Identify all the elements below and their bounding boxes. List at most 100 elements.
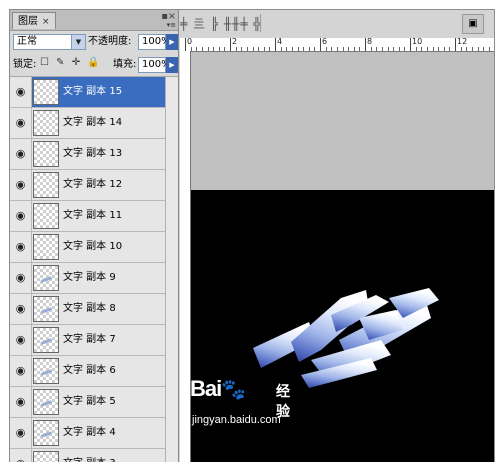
visibility-eye-icon[interactable]: ◉ [10,108,32,138]
toolbar-options-icon[interactable]: ▣ [462,14,484,34]
ruler-minor-tick [246,47,248,51]
visibility-eye-icon[interactable]: ◉ [10,418,32,448]
visibility-eye-icon[interactable]: ◉ [10,139,32,169]
layer-name: 文字 副本 5 [63,396,116,407]
layer-row[interactable]: ◉ 文字 副本 9 [10,263,165,294]
ruler-label: 12 [457,37,468,46]
layer-thumbnail [33,79,59,105]
layer-row[interactable]: ◉ 文字 副本 12 [10,170,165,201]
tab-close-icon[interactable]: × [42,17,50,27]
ruler-minor-tick [286,47,288,51]
visibility-eye-icon[interactable]: ◉ [10,387,32,417]
tab-layers[interactable]: 图层 × [12,12,56,29]
thumbnail-content [40,369,53,376]
layer-row[interactable]: ◉ 文字 副本 14 [10,108,165,139]
ruler-minor-tick [297,47,299,51]
ruler-tick [365,38,366,51]
visibility-eye-icon[interactable]: ◉ [10,77,32,107]
layer-name: 文字 副本 9 [63,272,116,283]
fill-slider-button[interactable]: ▶ [166,57,178,73]
blend-mode-select[interactable]: 正常 ▼ [13,34,86,50]
layer-thumbnail [33,141,59,167]
layer-name: 文字 副本 4 [63,427,116,438]
layer-row[interactable]: ◉ 文字 副本 11 [10,201,165,232]
visibility-eye-icon[interactable]: ◉ [10,170,32,200]
ruler-minor-tick [348,47,350,51]
visibility-eye-icon[interactable]: ◉ [10,356,32,386]
options-toolbar: ╪ 亖 ╠ ╫╫╪ ╬ ▣ [180,10,494,39]
panel-menu-icon[interactable]: ▾≡ [167,21,176,29]
layer-row[interactable]: ◉ 文字 副本 3 [10,449,165,462]
visibility-eye-icon[interactable]: ◉ [10,263,32,293]
layer-thumbnail [33,358,59,384]
ruler-tick [410,38,411,51]
ruler-minor-tick [269,47,271,51]
visibility-eye-icon[interactable]: ◉ [10,449,32,462]
ruler-minor-tick [201,47,203,51]
layer-thumbnail [33,420,59,446]
layer-row[interactable]: ◉ 文字 副本 13 [10,139,165,170]
ruler-label: 0 [187,37,193,46]
baidu-logo: Bai🐾 [190,376,246,402]
visibility-eye-icon[interactable]: ◉ [10,325,32,355]
layer-thumbnail [33,172,59,198]
ruler-minor-tick [252,47,254,51]
layer-name: 文字 副本 6 [63,365,116,376]
opacity-input[interactable]: 100% [138,34,171,50]
ruler-minor-tick [466,47,468,51]
ruler-minor-tick [235,47,237,51]
thumbnail-content [40,307,53,314]
ruler-minor-tick [196,47,198,51]
layer-name: 文字 副本 8 [63,303,116,314]
ruler-minor-tick [213,47,215,51]
ruler-minor-tick [449,47,451,51]
chevron-down-icon[interactable]: ▼ [71,35,85,49]
ruler-minor-tick [325,47,327,51]
ruler-minor-tick [291,47,293,51]
ruler-tick [185,38,186,51]
ruler-minor-tick [471,47,473,51]
layers-scrollbar[interactable] [165,77,178,462]
opacity-slider-button[interactable]: ▶ [166,34,178,50]
layer-row[interactable]: ◉ 文字 副本 4 [10,418,165,449]
lock-options-icons[interactable]: ☐ ✎ ✛ 🔒 [40,57,102,68]
blend-opacity-row: 正常 ▼ 不透明度: 100% ▶ [10,31,178,53]
visibility-eye-icon[interactable]: ◉ [10,232,32,262]
horizontal-ruler: 0 2 4 6 8 10 12 [180,37,494,52]
layer-row[interactable]: ◉ 文字 副本 5 [10,387,165,418]
logo-text: Bai [190,376,222,401]
ruler-tick [455,38,456,51]
toolbar-divider [260,14,261,32]
ruler-minor-tick [438,47,440,51]
ruler-minor-tick [477,47,479,51]
layer-name: 文字 副本 12 [63,179,123,190]
ruler-minor-tick [258,47,260,51]
layer-row[interactable]: ◉ 文字 副本 8 [10,294,165,325]
thumbnail-content [40,431,53,438]
ruler-minor-tick [483,47,485,51]
layer-row[interactable]: ◉ 文字 副本 6 [10,356,165,387]
ruler-label: 6 [322,37,328,46]
visibility-eye-icon[interactable]: ◉ [10,201,32,231]
layer-name: 文字 副本 11 [63,210,123,221]
ruler-minor-tick [263,47,265,51]
opacity-label: 不透明度: [88,36,132,47]
ruler-label: 4 [277,37,283,46]
layer-row[interactable]: ◉ 文字 副本 10 [10,232,165,263]
layer-name: 文字 副本 15 [63,86,123,97]
ruler-label: 10 [412,37,423,46]
layer-name: 文字 副本 13 [63,148,123,159]
fill-label: 填充: [113,59,137,70]
layers-panel: 图层 × ▪ × ▾≡ 正常 ▼ 不透明度: 100% ▶ 锁定: ☐ ✎ ✛ 🔒… [10,10,179,462]
layer-row[interactable]: ◉ 文字 副本 15 [10,77,165,108]
ruler-minor-tick [421,47,423,51]
layer-thumbnail [33,234,59,260]
layer-row[interactable]: ◉ 文字 副本 7 [10,325,165,356]
align-distribute-icons[interactable]: ╪ 亖 ╠ ╫╫╪ ╬ [180,15,262,32]
ruler-minor-tick [331,47,333,51]
fill-input[interactable]: 100% [138,57,171,73]
ruler-minor-tick [336,47,338,51]
ruler-minor-tick [359,47,361,51]
visibility-eye-icon[interactable]: ◉ [10,294,32,324]
ruler-minor-tick [342,47,344,51]
